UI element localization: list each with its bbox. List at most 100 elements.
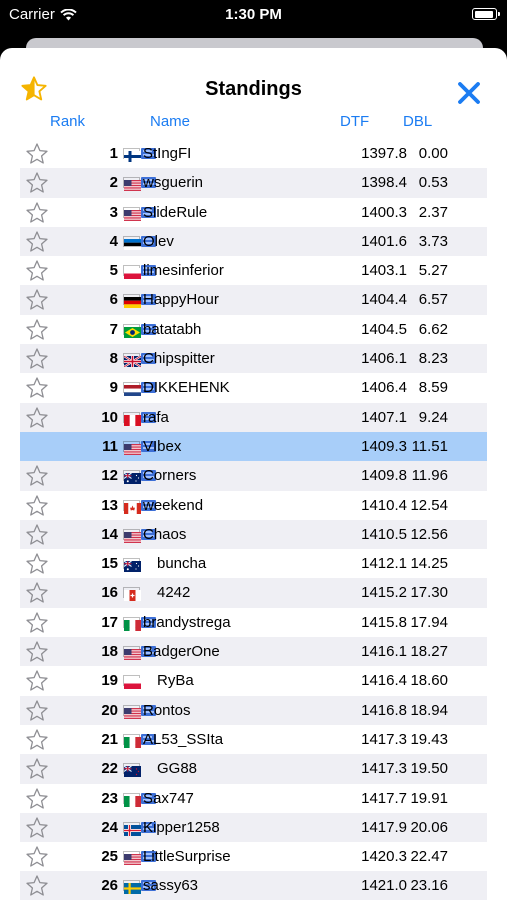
- dtf-cell: 1417.3: [361, 760, 407, 778]
- dbl-cell: 17.30: [410, 584, 448, 602]
- finland-flag-icon: [123, 148, 141, 162]
- dbl-cell: 18.60: [410, 672, 448, 690]
- rank-cell: 13: [101, 496, 118, 514]
- player-name: limesinferior: [143, 262, 224, 280]
- table-row[interactable]: 7 batatabh 1404.5 6.62: [20, 315, 487, 344]
- favorite-star-icon[interactable]: [25, 874, 49, 898]
- favorite-star-icon[interactable]: [25, 669, 49, 693]
- dtf-cell: 1404.5: [361, 320, 407, 338]
- dtf-cell: 1409.8: [361, 467, 407, 485]
- rank-cell: 5: [109, 262, 118, 280]
- table-row[interactable]: 8 Chipspitter 1406.1 8.23: [20, 344, 487, 374]
- table-row[interactable]: 9 DIKKEHENK 1406.4 8.59: [20, 373, 487, 402]
- table-row[interactable]: 13 weekend 1410.4 12.54: [20, 491, 487, 520]
- favorite-star-icon[interactable]: [25, 523, 49, 547]
- player-name: LittleSurprise: [143, 848, 231, 866]
- dtf-cell: 1416.8: [361, 701, 407, 719]
- dtf-cell: 1401.6: [361, 232, 407, 250]
- favorite-star-icon[interactable]: [25, 816, 49, 840]
- table-row[interactable]: 20 Rontos 1416.8 18.94: [20, 695, 487, 725]
- usa-flag-icon: [123, 851, 141, 866]
- rank-cell: 3: [109, 203, 118, 221]
- table-row[interactable]: 14 Chaos 1410.5 12.56: [20, 519, 487, 550]
- table-row[interactable]: 2 wsguerin 1398.4 0.53: [20, 168, 487, 198]
- favorite-star-icon[interactable]: [25, 171, 49, 195]
- table-row[interactable]: 22 GG88 1417.3 19.50: [20, 754, 487, 784]
- usa-flag-icon: [123, 528, 141, 543]
- favorite-star-icon[interactable]: [25, 699, 49, 723]
- favorite-star-icon[interactable]: [25, 347, 49, 371]
- dtf-cell: 1421.0: [361, 877, 407, 895]
- header-dbl[interactable]: DBL: [403, 113, 432, 130]
- player-name: StIngFI: [143, 145, 192, 162]
- table-row[interactable]: 25 LittleSurprise 1420.3 22.47: [20, 842, 487, 871]
- dtf-cell: 1410.4: [361, 496, 407, 514]
- player-name: Corners: [143, 467, 197, 485]
- table-row[interactable]: 12 Corners 1409.8 11.96: [20, 461, 487, 491]
- rank-cell: 26: [101, 877, 118, 895]
- dbl-cell: 19.91: [410, 789, 448, 807]
- dbl-cell: 14.25: [410, 555, 448, 573]
- table-row[interactable]: 6 HappyHour 1404.4 6.57: [20, 285, 487, 315]
- table-row[interactable]: 23 Sax747 1417.7 19.91: [20, 784, 487, 813]
- favorite-star-icon[interactable]: [25, 318, 49, 342]
- header-rank[interactable]: Rank: [50, 113, 85, 130]
- usa-flag-icon: [123, 440, 141, 455]
- battery-icon: [472, 8, 500, 20]
- table-row[interactable]: 5 limesinferior 1403.1 5.27: [20, 256, 487, 285]
- table-row[interactable]: 1 StIngFI 1397.8 0.00: [20, 139, 487, 168]
- table-row[interactable]: 17 brandystrega 1415.8 17.94: [20, 608, 487, 637]
- favorite-star-icon[interactable]: [25, 845, 49, 869]
- favorite-star-icon[interactable]: [25, 494, 49, 518]
- table-row[interactable]: 11 VIbex 1409.3 11.51: [20, 431, 487, 462]
- favorite-star-icon[interactable]: [25, 288, 49, 312]
- favorite-star-icon[interactable]: [25, 406, 49, 430]
- usa-flag-icon: [123, 206, 141, 221]
- dbl-cell: 6.62: [418, 320, 448, 338]
- favorite-star-icon[interactable]: [25, 787, 49, 811]
- table-row[interactable]: 4 Olev 1401.6 3.73: [20, 226, 487, 257]
- favorite-star-icon[interactable]: [25, 142, 49, 166]
- italy-flag-icon: [123, 616, 141, 631]
- sweden-flag-icon: [123, 880, 141, 895]
- dtf-cell: 1397.8: [361, 145, 407, 162]
- iceland-flag-icon: [123, 821, 141, 836]
- table-row[interactable]: 19 RyBa 1416.4 18.60: [20, 666, 487, 695]
- dbl-cell: 6.57: [418, 291, 448, 309]
- favorite-star-icon[interactable]: [25, 376, 49, 400]
- player-name: buncha: [157, 555, 207, 573]
- table-row[interactable]: 16 4242 1415.2 17.30: [20, 578, 487, 608]
- favorite-star-icon[interactable]: [25, 230, 49, 254]
- standings-sheet: Standings Rank Name DTF DBL 1 StIngFI 1397…: [0, 48, 507, 900]
- player-name: Kipper1258: [143, 818, 220, 836]
- canada-flag-icon: [123, 499, 141, 514]
- close-icon[interactable]: [456, 80, 482, 106]
- table-row[interactable]: 10 rafa 1407.1 9.24: [20, 402, 487, 432]
- dbl-cell: 12.54: [410, 496, 448, 514]
- favorite-star-icon[interactable]: [25, 201, 49, 225]
- favorite-star-icon[interactable]: [25, 757, 49, 781]
- favorite-star-icon[interactable]: [25, 611, 49, 635]
- favorite-star-icon[interactable]: [25, 464, 49, 488]
- favorite-star-icon[interactable]: [25, 728, 49, 752]
- table-row[interactable]: 21 AL53_SSIta 1417.3 19.43: [20, 725, 487, 754]
- favorite-star-icon[interactable]: [25, 581, 49, 605]
- header-name[interactable]: Name: [150, 113, 190, 130]
- rank-cell: 10: [101, 408, 118, 426]
- rank-cell: 1: [109, 145, 118, 162]
- table-row[interactable]: 3 SlideRule 1400.3 2.37: [20, 198, 487, 227]
- dtf-cell: 1407.1: [361, 408, 407, 426]
- table-row[interactable]: 24 Kipper1258 1417.9 20.06: [20, 812, 487, 843]
- favorite-star-icon[interactable]: [25, 552, 49, 576]
- table-row[interactable]: 15 buncha 1412.1 14.25: [20, 549, 487, 578]
- dbl-cell: 8.23: [418, 350, 448, 368]
- header-dtf[interactable]: DTF: [340, 113, 369, 130]
- dtf-cell: 1400.3: [361, 203, 407, 221]
- usa-flag-icon: [123, 177, 141, 192]
- dbl-cell: 20.06: [410, 818, 448, 836]
- australia-flag-icon: [123, 470, 141, 485]
- favorite-star-icon[interactable]: [25, 640, 49, 664]
- table-row[interactable]: 26 sassy63 1421.0 23.16: [20, 871, 487, 900]
- favorite-star-icon[interactable]: [25, 259, 49, 283]
- table-row[interactable]: 18 BadgerOne 1416.1 18.27: [20, 637, 487, 667]
